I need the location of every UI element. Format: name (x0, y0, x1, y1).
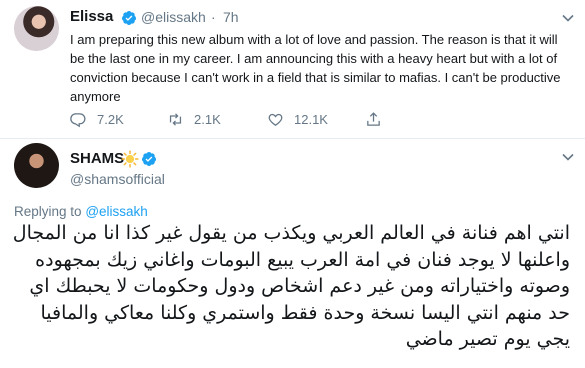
retweet-count: 2.1K (194, 112, 221, 127)
tweet2-display-name[interactable]: SHAMS (70, 150, 124, 167)
tweet1-display-name[interactable]: Elissa (70, 8, 113, 25)
replying-to-link[interactable]: @elissakh (85, 204, 147, 219)
tweet1-timestamp[interactable]: 7h (223, 9, 239, 25)
shams-avatar[interactable] (14, 143, 59, 188)
retweet-icon (169, 113, 182, 126)
verified-badge-icon (121, 11, 136, 25)
replying-to: Replying to @elissakh (14, 204, 148, 219)
retweet-button[interactable]: 2.1K (167, 111, 221, 128)
like-button[interactable]: 12.1K (267, 111, 328, 128)
tweet2-text: انتي اهم فنانة في العالم العربي ويكذب من… (12, 222, 570, 350)
tweet2-handle[interactable]: @shamsofficial (70, 171, 165, 187)
like-count: 12.1K (294, 112, 328, 127)
chevron-down-icon[interactable] (562, 14, 574, 22)
tweet1-handle[interactable]: @elissakh (141, 9, 206, 25)
tweet-divider (0, 138, 585, 139)
replying-to-label: Replying to (14, 204, 82, 219)
sun-emoji-icon (121, 150, 139, 168)
elissa-avatar[interactable] (14, 6, 59, 51)
chevron-down-icon[interactable] (562, 153, 574, 161)
tweet1-text: I am preparing this new album with a lot… (70, 32, 561, 104)
share-button[interactable] (365, 111, 382, 128)
reply-button[interactable]: 7.2K (70, 111, 124, 128)
heart-icon (268, 113, 283, 126)
verified-badge-icon (141, 152, 156, 166)
reply-icon (70, 113, 86, 128)
reply-count: 7.2K (97, 112, 124, 127)
share-icon (367, 112, 380, 126)
tweet1-separator: · (211, 9, 216, 25)
